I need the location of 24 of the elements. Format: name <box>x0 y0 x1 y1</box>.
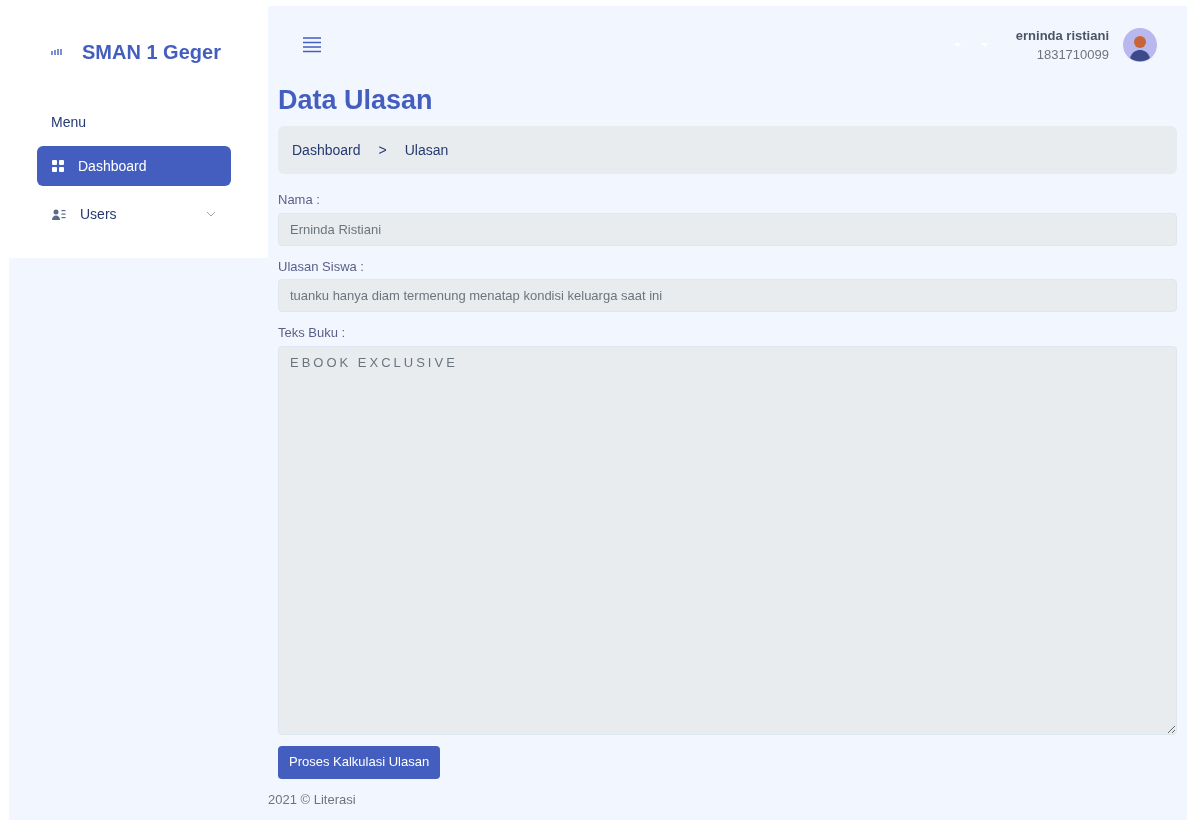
breadcrumb-separator: > <box>378 140 387 160</box>
page-title: Data Ulasan <box>278 87 434 114</box>
breadcrumb-link[interactable]: Ulasan <box>404 139 449 161</box>
signal-bars-icon <box>51 49 62 55</box>
breadcrumb-link[interactable]: Dashboard <box>292 139 361 161</box>
input-field[interactable]: tuanku hanya diam termenung menatap kondisi keluarga saat ini <box>278 279 1177 312</box>
field-label: Ulasan Siswa : <box>278 257 365 276</box>
submit-button[interactable]: Proses Kalkulasi Ulasan <box>278 745 441 779</box>
field-label: Nama : <box>278 191 321 209</box>
menu-button[interactable] <box>302 37 322 53</box>
chevron-down-icon <box>206 211 216 217</box>
sidebar-item[interactable]: Dashboard <box>37 146 231 186</box>
input-field[interactable]: Erninda Ristiani <box>278 212 1177 246</box>
grid-icon <box>52 160 64 172</box>
user-id: 1831710099 <box>1036 46 1109 64</box>
brand-title: SMAN 1 Geger <box>82 40 221 65</box>
text-area[interactable]: EBOOK EXCLUSIVE <box>278 345 1177 735</box>
field-label: Teks Buku : <box>278 324 347 342</box>
footer-text: 2021 © Literasi <box>268 790 357 809</box>
user-name: erninda ristiani <box>1015 26 1109 45</box>
user-list-icon <box>52 208 66 220</box>
avatar-icon[interactable] <box>1123 28 1157 62</box>
menu-heading: Menu <box>50 113 88 132</box>
menu-icon <box>302 37 322 53</box>
